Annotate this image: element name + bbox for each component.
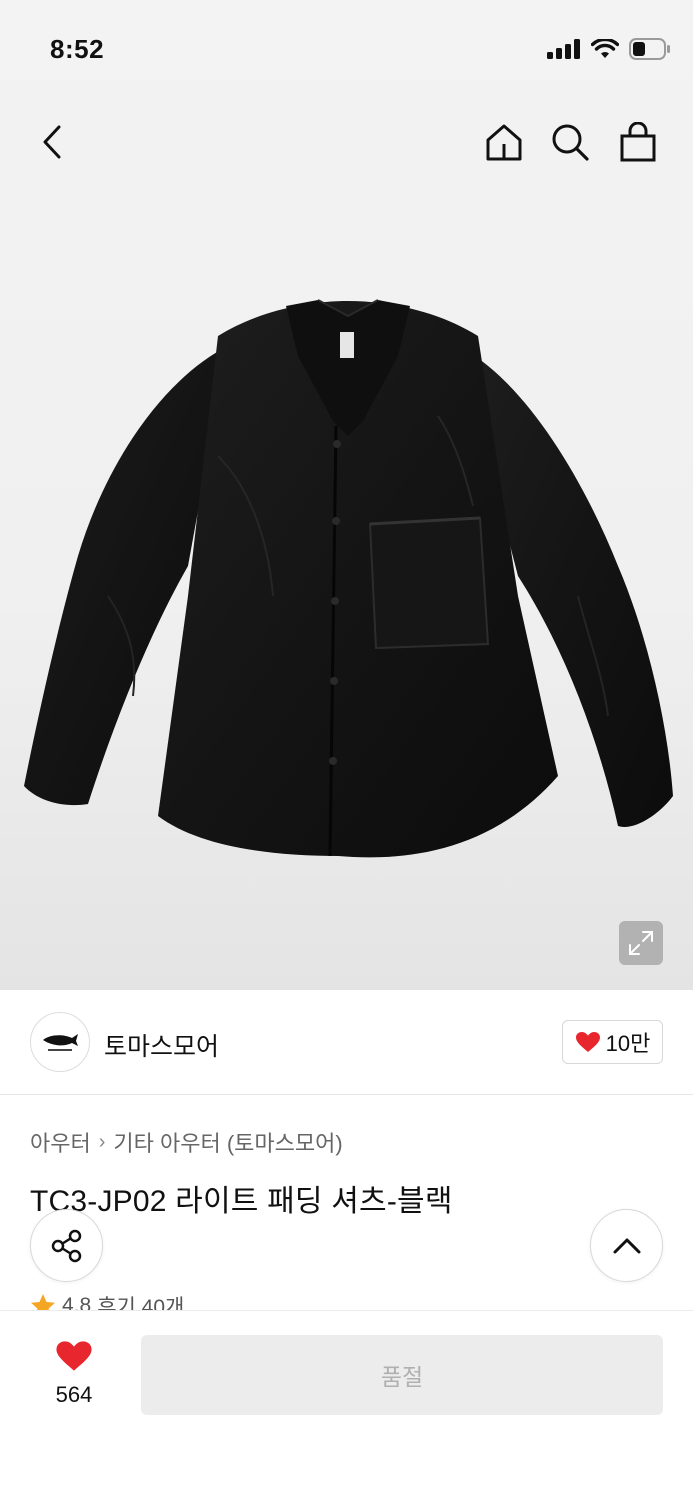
share-button[interactable] (30, 1209, 103, 1282)
top-navigation (0, 110, 693, 174)
brand-row[interactable]: 토마스모어 10만 (0, 990, 693, 1095)
chevron-right-icon: › (98, 1130, 106, 1153)
brand-like-count: 10만 (605, 1031, 651, 1056)
whale-logo-icon (43, 1034, 78, 1051)
wish-button[interactable]: 564 (40, 1339, 108, 1408)
signal-icon (547, 39, 580, 59)
brand-name[interactable]: 토마스모어 (104, 1027, 219, 1063)
breadcrumb-current[interactable]: 기타 아우터 (토마스모어) (113, 1126, 342, 1158)
back-icon[interactable] (28, 118, 76, 166)
product-jacket-image (24, 299, 673, 858)
expand-icon (629, 931, 653, 955)
shopping-bag-icon[interactable] (614, 118, 662, 166)
breadcrumb-parent[interactable]: 아우터 (30, 1126, 91, 1158)
share-icon (51, 1229, 81, 1262)
expand-image-button[interactable] (619, 921, 663, 965)
product-image-area[interactable]: 8:52 (0, 0, 693, 990)
scroll-to-top-button[interactable] (590, 1209, 663, 1282)
chevron-up-icon (613, 1238, 640, 1253)
product-title: TC3-JP02 라이트 패딩 셔츠-블랙 (30, 1185, 453, 1218)
wifi-icon (591, 39, 619, 58)
bottom-action-bar: 564 품절 (0, 1310, 693, 1500)
breadcrumb: 아우터 › 기타 아우터 (토마스모어) (30, 1126, 343, 1158)
wish-count: 564 (55, 1382, 93, 1407)
heart-icon (56, 1341, 92, 1371)
soldout-button[interactable]: 품절 (141, 1335, 663, 1415)
status-icons (547, 38, 671, 60)
battery-icon (629, 38, 670, 60)
search-icon[interactable] (546, 118, 594, 166)
brand-logo[interactable] (30, 1012, 90, 1072)
brand-like-button[interactable]: 10만 (562, 1020, 663, 1064)
home-icon[interactable] (480, 118, 528, 166)
status-bar: 8:52 (0, 0, 693, 100)
heart-icon (575, 1032, 600, 1052)
status-time: 8:52 (50, 34, 105, 64)
